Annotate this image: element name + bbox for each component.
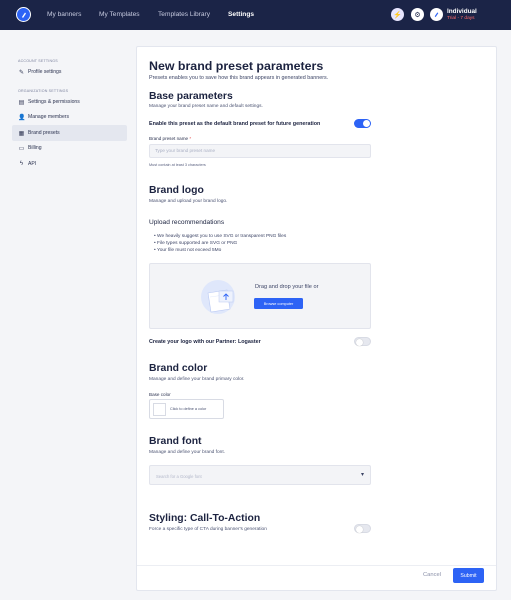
- sidebar-item-profile-settings[interactable]: ✎ Profile settings: [12, 64, 127, 80]
- sidebar-item-label: Brand presets: [28, 130, 60, 136]
- sidebar-item-label: Settings & permissions: [28, 99, 80, 105]
- google-font-select[interactable]: Search for a Google font ▾: [149, 465, 371, 485]
- nav-my-banners[interactable]: My banners: [47, 11, 81, 18]
- sidebar-item-label: Manage members: [28, 114, 70, 120]
- cta-styling-heading: Styling: Call-To-Action: [149, 513, 261, 524]
- required-marker: *: [189, 136, 192, 141]
- base-color-picker[interactable]: Click to define a color: [149, 399, 224, 419]
- toggle-knob: [356, 339, 363, 346]
- sidebar-item-label: API: [28, 161, 37, 167]
- submit-button[interactable]: Submit: [453, 568, 484, 583]
- sidebar-section-account: ACCOUNT SETTINGS: [18, 59, 58, 63]
- logaster-partner-label: Create your logo with our Partner: Logas…: [149, 339, 261, 345]
- color-picker-text: Click to define a color: [170, 407, 207, 411]
- avatar[interactable]: [430, 8, 443, 21]
- list-item: Your file must not exceed 5Mo: [154, 247, 286, 254]
- brand-icon: ▦: [18, 130, 25, 137]
- logo-dropzone[interactable]: Drag and drop your file or Browse comput…: [149, 263, 371, 329]
- sidebar-item-settings-permissions[interactable]: ▤ Settings & permissions: [12, 94, 127, 110]
- top-bar: My banners My Templates Templates Librar…: [0, 0, 511, 30]
- color-swatch: [153, 403, 166, 416]
- card-icon: ▭: [18, 145, 25, 152]
- cancel-button[interactable]: Cancel: [423, 572, 441, 578]
- sidebar-item-brand-presets[interactable]: ▦ Brand presets: [12, 125, 127, 141]
- brand-font-desc: Manage and define your brand font.: [149, 450, 226, 455]
- sidebar: ACCOUNT SETTINGS ✎ Profile settings ORGA…: [0, 30, 135, 600]
- toggle-knob: [356, 526, 363, 533]
- sidebar-item-api[interactable]: ϟ API: [12, 156, 127, 172]
- default-preset-toggle[interactable]: [354, 119, 371, 128]
- bolt-icon[interactable]: ⚡: [391, 8, 404, 21]
- cta-toggle[interactable]: [354, 524, 371, 533]
- dropzone-text: Drag and drop your file or: [255, 284, 319, 290]
- brand-logo-heading: Brand logo: [149, 185, 204, 196]
- name-label-text: Brand preset name: [149, 136, 189, 141]
- sidebar-item-manage-members[interactable]: 👤 Manage members: [12, 109, 127, 125]
- cta-styling-desc: Force a specific type of CTA during bann…: [149, 527, 267, 532]
- upload-recommendations-heading: Upload recommendations: [149, 219, 225, 226]
- settings-icon: ▤: [18, 99, 25, 106]
- base-parameters-heading: Base parameters: [149, 91, 233, 102]
- brand-preset-name-hint: Must contain at least 3 characters: [149, 163, 206, 167]
- nav-settings[interactable]: Settings: [228, 11, 254, 18]
- brand-preset-form: New brand preset parameters Presets enab…: [136, 46, 497, 591]
- brand-color-heading: Brand color: [149, 363, 208, 374]
- plan-name: Individual: [447, 8, 477, 15]
- brand-logo-desc: Manage and upload your brand logo.: [149, 199, 228, 204]
- base-parameters-desc: Manage your brand preset name and defaul…: [149, 104, 263, 109]
- pencil-icon: ✎: [18, 69, 25, 76]
- nav-templates-library[interactable]: Templates Library: [158, 11, 210, 18]
- brand-preset-name-input[interactable]: Type your brand preset name: [149, 144, 371, 158]
- brand-font-heading: Brand font: [149, 436, 202, 447]
- gear-icon[interactable]: ⚙: [411, 8, 424, 21]
- upload-illustration-icon: [201, 280, 235, 314]
- app-logo-icon[interactable]: [16, 7, 31, 22]
- toggle-knob: [363, 120, 370, 127]
- page-subtitle: Presets enables you to save how this bra…: [149, 75, 329, 81]
- upload-recommendations-list: We heavily suggest you to use SVG or tra…: [154, 233, 286, 255]
- base-color-label: Base color: [149, 392, 171, 397]
- default-preset-label: Enable this preset as the default brand …: [149, 121, 321, 127]
- page-title: New brand preset parameters: [149, 59, 324, 73]
- sidebar-item-label: Billing: [28, 145, 42, 151]
- chevron-down-icon: ▾: [360, 472, 364, 478]
- plan-trial: Trial - 7 days: [447, 16, 475, 21]
- footer-divider: [137, 565, 496, 566]
- font-select-placeholder: Search for a Google font: [156, 473, 202, 479]
- sidebar-item-billing[interactable]: ▭ Billing: [12, 140, 127, 156]
- brand-preset-name-label: Brand preset name *: [149, 136, 191, 141]
- brand-color-desc: Manage and define your brand primary col…: [149, 377, 245, 382]
- nav-my-templates[interactable]: My Templates: [99, 11, 140, 18]
- logaster-toggle[interactable]: [354, 337, 371, 346]
- user-plus-icon: 👤: [18, 114, 26, 121]
- list-item: We heavily suggest you to use SVG or tra…: [154, 233, 286, 240]
- browse-computer-button[interactable]: Browse computer: [254, 298, 303, 309]
- list-item: File types supported are SVG or PNG: [154, 240, 286, 247]
- bolt-icon: ϟ: [19, 161, 24, 167]
- sidebar-section-organization: ORGANIZATION SETTINGS: [18, 89, 69, 93]
- plan-info[interactable]: Individual Trial - 7 days: [447, 8, 477, 22]
- sidebar-item-label: Profile settings: [28, 69, 62, 75]
